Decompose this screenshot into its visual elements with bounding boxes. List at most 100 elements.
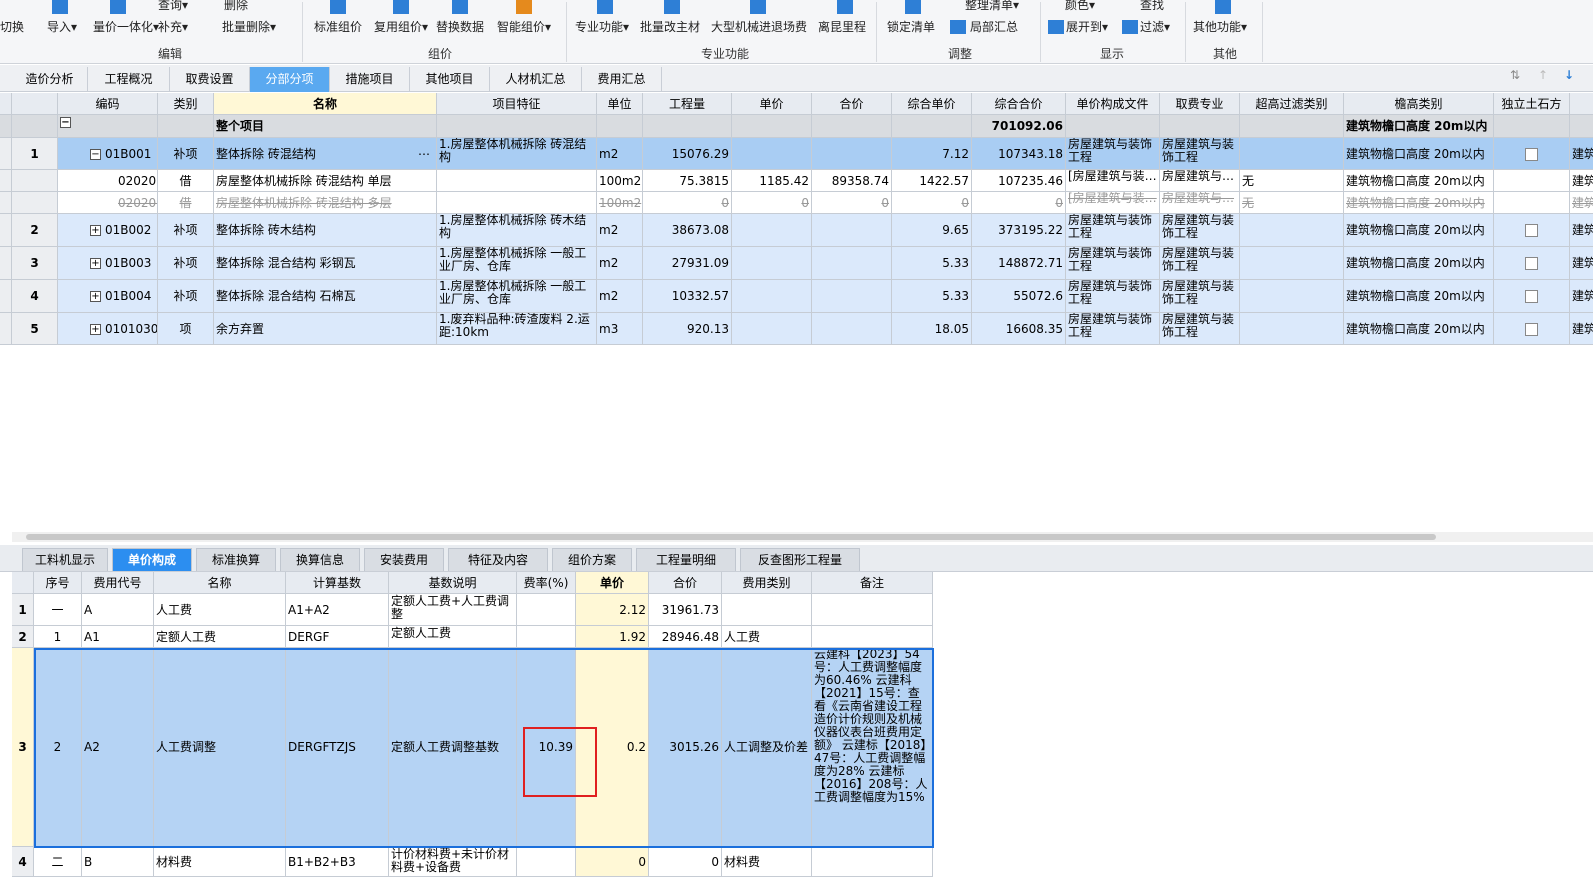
cell-qty[interactable]: 75.3815 <box>643 170 732 192</box>
cell-height[interactable]: 建筑物檐口高度 20m以内 <box>1344 170 1494 192</box>
row-number[interactable]: 1 <box>12 138 58 170</box>
cell-tail[interactable]: 建筑物 <box>1570 247 1593 280</box>
cell-tail[interactable]: 建筑物 <box>1570 280 1593 313</box>
cell-feature[interactable]: 1.房屋整体机械拆除 一般工业厂房、仓库 <box>437 280 597 313</box>
cell-file[interactable]: [房屋建筑与装… <box>1066 170 1160 192</box>
cell-filter[interactable] <box>1240 313 1344 345</box>
cell-filter[interactable] <box>1240 214 1344 247</box>
cell-unit[interactable]: m3 <box>597 313 643 345</box>
cell-uprice[interactable]: 0 <box>892 192 972 214</box>
standard-pricing-button[interactable]: 标准组价 <box>314 18 362 35</box>
cell-cat[interactable] <box>722 594 812 626</box>
column-header[interactable]: 计算基数 <box>286 572 389 594</box>
cell-file[interactable]: [房屋建筑与装… <box>1066 192 1160 214</box>
cell-uprice[interactable]: 5.33 <box>892 247 972 280</box>
cell-type[interactable]: 补项 <box>158 247 214 280</box>
independent-earthwork-checkbox[interactable] <box>1525 257 1538 270</box>
cell-height[interactable]: 建筑物檐口高度 20m以内 <box>1344 192 1494 214</box>
switch-button[interactable]: 切换 <box>0 18 24 35</box>
filter-button[interactable]: 过滤▾ <box>1140 18 1170 35</box>
find-button[interactable]: 查找 <box>1140 0 1164 13</box>
cell-total[interactable]: 0 <box>649 847 722 877</box>
cell-file[interactable]: 房屋建筑与装饰工程 <box>1066 313 1160 345</box>
cell-utotal[interactable]: 55072.6 <box>972 280 1066 313</box>
other-function-button[interactable]: 其他功能▾ <box>1193 18 1247 35</box>
cell-type[interactable]: 补项 <box>158 138 214 170</box>
cell-uprice[interactable]: 1422.57 <box>892 170 972 192</box>
cell-cat[interactable]: 材料费 <box>722 847 812 877</box>
column-header[interactable]: 费率(%) <box>517 572 576 594</box>
cell-no[interactable]: 2 <box>34 648 82 847</box>
cell-total[interactable]: 89358.74 <box>812 170 892 192</box>
cell-qty[interactable]: 0 <box>643 192 732 214</box>
cell-height[interactable]: 建筑物檐口高度 20m以内 <box>1344 280 1494 313</box>
column-header[interactable]: 编码 <box>58 93 158 115</box>
cell-price[interactable] <box>732 247 812 280</box>
organize-list-button[interactable]: 整理清单▾ <box>965 0 1019 13</box>
cell-unit[interactable]: m2 <box>597 247 643 280</box>
cell-major[interactable]: 房屋建筑与… <box>1160 192 1240 214</box>
cell-total[interactable] <box>812 280 892 313</box>
move-down-icon[interactable]: ↓ <box>1564 68 1574 82</box>
cell-filter[interactable]: 无 <box>1240 192 1344 214</box>
cell-qty[interactable]: 27931.09 <box>643 247 732 280</box>
cell-name[interactable]: 房屋整体机械拆除 砖混结构 多层 <box>214 192 437 214</box>
batch-material-button[interactable]: 批量改主材 <box>640 18 700 35</box>
cell-filter[interactable] <box>1240 280 1344 313</box>
column-header[interactable]: 檐高类别 <box>1344 93 1494 115</box>
replace-data-button[interactable]: 替换数据 <box>436 18 484 35</box>
tab-pricing-plan[interactable]: 组价方案 <box>552 548 632 571</box>
column-header[interactable]: 类别 <box>158 93 214 115</box>
column-header[interactable]: 单价 <box>576 572 649 594</box>
cell-note[interactable] <box>812 594 933 626</box>
independent-earthwork-cell[interactable] <box>1494 214 1570 247</box>
cell-type[interactable]: 借 <box>158 192 214 214</box>
cell-name[interactable]: 整体拆除 混合结构 彩钢瓦 <box>214 247 437 280</box>
cell-rate[interactable] <box>517 594 576 626</box>
tab-sub-items[interactable]: 分部分项 <box>250 67 330 92</box>
scrollbar-thumb[interactable] <box>26 534 1436 540</box>
sort-icon[interactable]: ⇅ <box>1510 68 1520 82</box>
row-number[interactable]: 2 <box>12 626 34 648</box>
cell-name[interactable]: 整体拆除 砖混结构 ⋯ <box>214 138 437 170</box>
column-header[interactable]: 合价 <box>649 572 722 594</box>
cell-uprice[interactable]: 9.65 <box>892 214 972 247</box>
cell-desc[interactable]: 定额人工费+人工费调整 <box>389 594 517 626</box>
cell-unit[interactable]: 100m2 <box>597 192 643 214</box>
column-header[interactable]: 合价 <box>812 93 892 115</box>
professional-function-button[interactable]: 专业功能▾ <box>575 18 629 35</box>
cell-major[interactable]: 房屋建筑与装饰工程 <box>1160 313 1240 345</box>
tab-reverse-graphic-quantity[interactable]: 反查图形工程量 <box>740 548 860 571</box>
cell-qty[interactable]: 15076.29 <box>643 138 732 170</box>
cell-unit[interactable]: m2 <box>597 138 643 170</box>
cell-code[interactable]: A <box>82 594 154 626</box>
cell-price[interactable] <box>732 214 812 247</box>
cell-desc[interactable]: 定额人工费 <box>389 626 517 648</box>
cell-base[interactable]: A1+A2 <box>286 594 389 626</box>
tab-standard-conversion[interactable]: 标准换算 <box>196 548 276 571</box>
cell-qty[interactable]: 10332.57 <box>643 280 732 313</box>
cell-rate[interactable] <box>517 626 576 648</box>
cell-note[interactable] <box>812 847 933 877</box>
query-button[interactable]: 查询▾ <box>158 0 188 13</box>
row-number[interactable]: 2 <box>12 214 58 247</box>
cell-code[interactable]: +01B003 <box>58 247 158 280</box>
column-header[interactable]: 基数说明 <box>389 572 517 594</box>
cell-height[interactable]: 建筑物檐口高度 20m以内 <box>1344 214 1494 247</box>
column-header[interactable]: 超高过滤类别 <box>1240 93 1344 115</box>
cell-uprice[interactable]: 5.33 <box>892 280 972 313</box>
cell-file[interactable]: 房屋建筑与装饰工程 <box>1066 280 1160 313</box>
column-header[interactable]: 序号 <box>34 572 82 594</box>
independent-earthwork-checkbox[interactable] <box>1525 323 1538 336</box>
cell-tail[interactable]: 建筑物 <box>1570 138 1593 170</box>
collapse-icon[interactable]: − <box>90 149 101 160</box>
cell-name[interactable]: 材料费 <box>154 847 286 877</box>
cell-utotal[interactable]: 16608.35 <box>972 313 1066 345</box>
column-header[interactable]: 单位 <box>597 93 643 115</box>
cell-code[interactable]: +01B004 <box>58 280 158 313</box>
cell-file[interactable]: 房屋建筑与装饰工程 <box>1066 214 1160 247</box>
cell-price[interactable] <box>732 280 812 313</box>
cell-code[interactable]: +010103002001 <box>58 313 158 345</box>
cell-price[interactable]: 1.92 <box>576 626 649 648</box>
cell-major[interactable]: 房屋建筑与装饰工程 <box>1160 280 1240 313</box>
